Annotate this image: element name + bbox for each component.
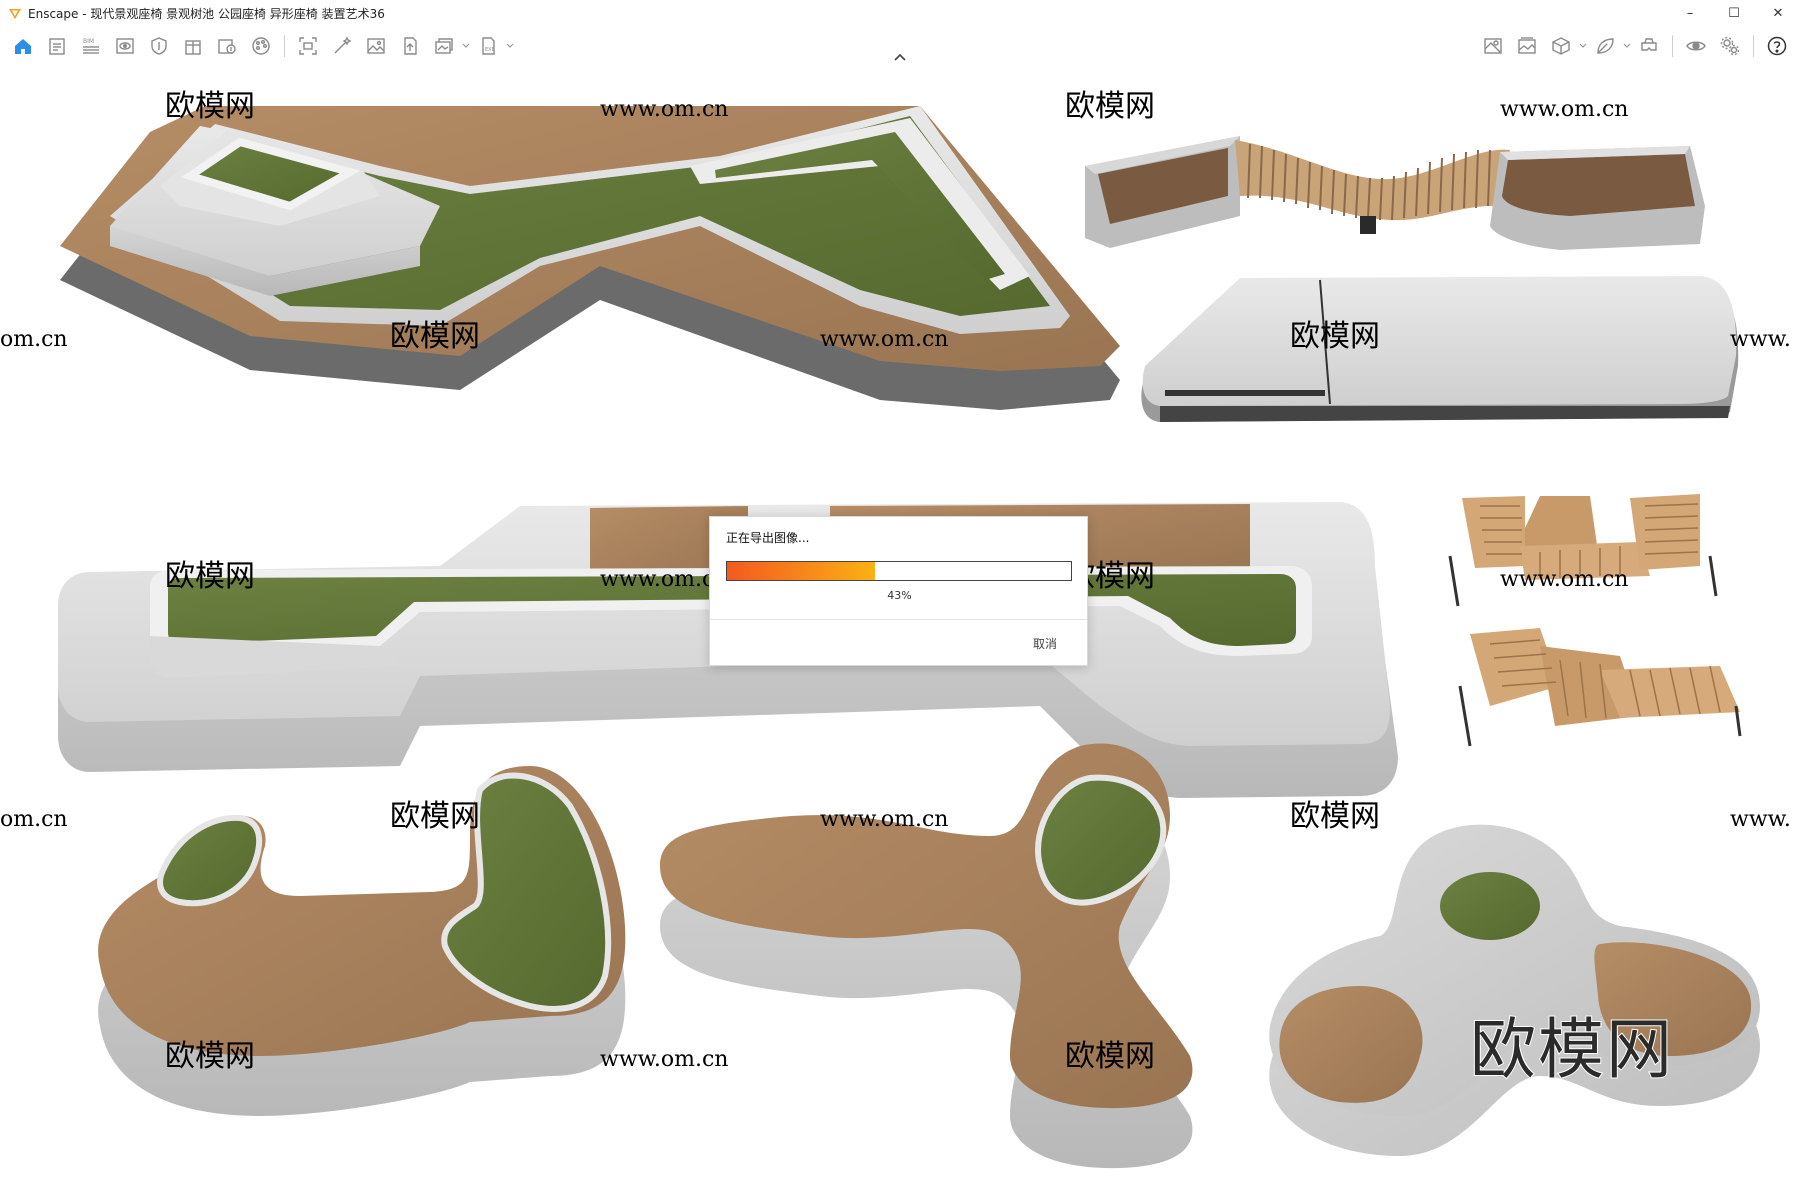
home-icon (15, 39, 31, 54)
leaf-dropdown[interactable] (1622, 32, 1632, 60)
watermark-url-edge: om.cn (0, 327, 68, 352)
watermark-url-edge: www. (1730, 807, 1791, 832)
window-controls: – ☐ ✕ (1668, 0, 1800, 26)
svg-text:EXE: EXE (485, 47, 495, 53)
info-button[interactable] (210, 32, 244, 60)
toolbar-left-group: BIM EXE (6, 32, 515, 60)
chevron-down-icon (506, 43, 514, 48)
project-icon (49, 38, 65, 55)
export-button[interactable]: EXE (471, 32, 505, 60)
building-button[interactable] (176, 32, 210, 60)
settings-icon (1720, 36, 1740, 56)
screenshot-button[interactable] (291, 32, 325, 60)
progress-bar-fill (727, 562, 875, 580)
project-button[interactable] (40, 32, 74, 60)
bim-button[interactable]: BIM (74, 32, 108, 60)
svg-text:BIM: BIM (83, 38, 94, 45)
gallery-button[interactable] (1510, 32, 1544, 60)
planter-bench-zigzag (60, 106, 1120, 410)
progress-bar (726, 561, 1072, 581)
watermark-brand: 欧模网 (390, 799, 480, 834)
chevron-down-icon (1623, 43, 1631, 48)
toolbar-separator (1672, 35, 1673, 57)
cancel-button[interactable]: 取消 (1033, 635, 1057, 652)
leaf-button[interactable] (1588, 32, 1622, 60)
magic-wand-icon (334, 36, 352, 54)
batch-dropdown[interactable] (461, 32, 471, 60)
minimize-button[interactable]: – (1668, 0, 1712, 26)
watermark-url: www.om.cn (600, 1047, 728, 1072)
export-dropdown[interactable] (505, 32, 515, 60)
image-icon (367, 38, 385, 54)
view-icon (116, 38, 134, 54)
title-bar: Enscape - 现代景观座椅 景观树池 公园座椅 异形座椅 装置艺术36 –… (0, 0, 1800, 26)
batch-icon (435, 38, 453, 54)
view-button[interactable] (108, 32, 142, 60)
dialog-divider (710, 619, 1087, 620)
dialog-title: 正在导出图像... (726, 531, 810, 545)
maximize-button[interactable]: ☐ (1712, 0, 1756, 26)
granite-tri-bench (1269, 824, 1760, 1156)
toolbar-right-group (1476, 32, 1794, 60)
gallery-icon (1518, 37, 1536, 54)
export-icon: EXE (482, 37, 495, 55)
y-shaped-planter-bench (660, 743, 1193, 1169)
vr-headset-icon (1641, 38, 1657, 51)
close-button[interactable]: ✕ (1756, 0, 1800, 26)
watermark-url-edge: om.cn (0, 807, 68, 832)
eye-icon (1686, 41, 1706, 51)
brand-logo-watermark: 欧模网 (1469, 1010, 1674, 1089)
bim-icon: BIM (83, 38, 99, 54)
toolbar-separator (284, 35, 285, 57)
export-progress-dialog: 正在导出图像... 43% 取消 (709, 516, 1088, 666)
vr-headset-button[interactable] (1632, 32, 1666, 60)
toolbar-separator (1753, 35, 1754, 57)
wave-planter-bench (1085, 136, 1705, 250)
watermark-url: www.om.cn (1500, 97, 1628, 122)
batch-button[interactable] (427, 32, 461, 60)
progress-percent: 43% (887, 589, 912, 602)
collapse-toolbar-chevron-icon[interactable] (890, 50, 910, 64)
watermark-brand: 欧模网 (1290, 799, 1380, 834)
upload-icon (404, 37, 417, 55)
cube-dropdown[interactable] (1578, 32, 1588, 60)
palette-button[interactable] (244, 32, 278, 60)
chevron-down-icon (462, 43, 470, 48)
enscape-window: Enscape - 现代景观座椅 景观树池 公园座椅 异形座椅 装置艺术36 –… (0, 0, 1800, 1188)
eye-button[interactable] (1679, 32, 1713, 60)
cube-icon (1552, 37, 1570, 55)
map-button[interactable] (1476, 32, 1510, 60)
building-icon (185, 40, 201, 55)
marble-bench (1141, 276, 1739, 422)
shield-button[interactable] (142, 32, 176, 60)
help-icon (1767, 36, 1787, 56)
screenshot-icon (299, 37, 317, 55)
wooden-lounger-bottom (1458, 628, 1742, 747)
window-title: Enscape - 现代景观座椅 景观树池 公园座椅 异形座椅 装置艺术36 (28, 6, 385, 21)
cube-button[interactable] (1544, 32, 1578, 60)
info-icon (218, 39, 236, 54)
upload-button[interactable] (393, 32, 427, 60)
chevron-down-icon (1579, 43, 1587, 48)
home-button[interactable] (6, 32, 40, 60)
watermark-brand: 欧模网 (1065, 89, 1155, 124)
leaf-icon (1597, 38, 1614, 54)
help-button[interactable] (1760, 32, 1794, 60)
settings-button[interactable] (1713, 32, 1747, 60)
palette-icon (252, 37, 270, 55)
u-shaped-planter-bench (98, 766, 626, 1116)
image-button[interactable] (359, 32, 393, 60)
wooden-lounger-top (1448, 494, 1718, 607)
shield-icon (151, 37, 167, 55)
map-icon (1484, 38, 1502, 54)
magic-wand-button[interactable] (325, 32, 359, 60)
watermark-url-edge: www. (1730, 327, 1791, 352)
enscape-logo-icon (9, 9, 21, 19)
